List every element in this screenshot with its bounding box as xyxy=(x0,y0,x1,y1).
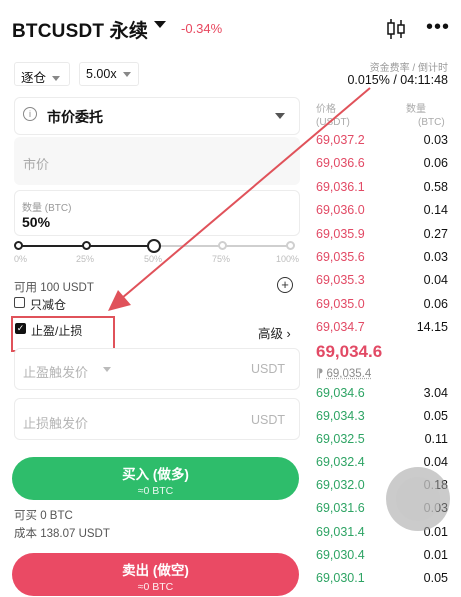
price-column-header: 价格 xyxy=(316,104,336,115)
bid-price: 69,032.0 xyxy=(316,478,365,493)
leverage-select[interactable]: 5.00x xyxy=(79,62,139,86)
ask-price: 69,035.3 xyxy=(316,273,365,288)
order-book-row[interactable]: 69,035.6 0.03 xyxy=(0,250,461,273)
order-book-row[interactable]: 69,034.6 3.04 xyxy=(0,386,461,409)
ask-qty: 0.04 xyxy=(423,273,448,288)
bid-qty: 3.04 xyxy=(423,386,448,400)
symbol-title[interactable]: BTCUSDT 永续 xyxy=(12,16,148,43)
ask-qty: 0.27 xyxy=(423,226,448,241)
ask-price: 69,036.1 xyxy=(316,179,365,194)
mark-price-icon: ⁋ xyxy=(316,368,327,380)
chevron-down-icon xyxy=(52,76,61,82)
bid-price: 69,032.5 xyxy=(316,432,365,447)
price-column-unit: (USDT) xyxy=(316,117,350,128)
ask-qty: 14.15 xyxy=(416,320,448,335)
ask-qty: 0.03 xyxy=(423,249,448,264)
ask-qty: 0.06 xyxy=(423,296,448,311)
mark-price-value: 69,035.4 xyxy=(326,368,372,380)
chevron-down-icon[interactable] xyxy=(103,367,111,372)
symbol-dropdown-icon[interactable] xyxy=(154,21,166,28)
qty-column-unit: (BTC) xyxy=(418,117,445,128)
bid-qty: 0.05 xyxy=(423,570,448,585)
ask-price: 69,034.7 xyxy=(316,320,365,335)
order-book-row[interactable]: 69,032.4 0.04 xyxy=(0,455,461,478)
order-book-row[interactable]: 69,034.3 0.05 xyxy=(0,409,461,432)
chevron-down-icon xyxy=(122,72,131,78)
take-profit-unit: USDT xyxy=(251,362,286,376)
ask-qty: 0.06 xyxy=(423,156,448,171)
bid-price: 69,030.4 xyxy=(316,547,365,562)
price-change: -0.34% xyxy=(181,21,223,36)
order-book-row[interactable]: 69,036.0 0.14 xyxy=(0,203,461,226)
take-profit-label: 止盈触发价 xyxy=(23,365,89,380)
touch-indicator-inner xyxy=(396,477,440,521)
ask-price: 69,035.0 xyxy=(316,296,365,311)
bid-qty: 0.04 xyxy=(423,455,448,470)
more-options-icon[interactable]: ••• xyxy=(426,17,450,37)
bid-price: 69,032.4 xyxy=(316,455,365,470)
ask-price: 69,035.6 xyxy=(316,249,365,264)
funding-label: 资金费率 / 倒计时 xyxy=(369,63,448,74)
bid-qty: 0.05 xyxy=(423,409,448,424)
ask-qty: 0.03 xyxy=(423,133,448,147)
bid-price: 69,034.6 xyxy=(316,386,365,400)
bid-qty: 0.11 xyxy=(424,432,448,447)
order-book-row[interactable]: 69,030.1 0.05 xyxy=(0,571,461,594)
order-book-row[interactable]: 69,031.4 0.01 xyxy=(0,525,461,548)
order-book-row[interactable]: 69,032.5 0.11 xyxy=(0,432,461,455)
leverage-label: 5.00x xyxy=(86,67,117,81)
bid-price: 69,034.3 xyxy=(316,409,365,424)
ask-qty: 0.14 xyxy=(423,203,448,218)
ask-qty: 0.58 xyxy=(423,179,448,194)
qty-column-header: 数量 xyxy=(406,104,426,115)
ask-price: 69,037.2 xyxy=(316,133,365,147)
order-book-row[interactable]: 69,034.7 14.15 xyxy=(0,320,461,343)
order-book-row[interactable]: 69,035.3 0.04 xyxy=(0,273,461,296)
order-book-row[interactable]: 69,035.0 0.06 xyxy=(0,297,461,320)
bid-price: 69,031.6 xyxy=(316,501,365,516)
order-book-row[interactable]: 69,037.2 0.03 xyxy=(0,133,461,156)
ask-price: 69,036.0 xyxy=(316,203,365,218)
ask-price: 69,036.6 xyxy=(316,156,365,171)
bid-qty: 0.01 xyxy=(423,547,448,562)
ask-price: 69,035.9 xyxy=(316,226,365,241)
funding-value: 0.015% / 04:11:48 xyxy=(347,73,448,87)
candlestick-chart-icon[interactable] xyxy=(386,18,406,40)
margin-mode-select[interactable]: 逐仓 xyxy=(14,62,70,86)
info-icon[interactable]: i xyxy=(23,107,37,121)
order-book-row[interactable]: 69,035.9 0.27 xyxy=(0,227,461,250)
last-price: 69,034.6 xyxy=(316,342,383,361)
bid-price: 69,031.4 xyxy=(316,524,365,539)
chevron-down-icon[interactable] xyxy=(275,113,285,119)
order-type-label: 市价委托 xyxy=(47,109,103,125)
order-book-row[interactable]: 69,030.4 0.01 xyxy=(0,548,461,571)
ask-list: 69,037.2 0.03 69,036.6 0.06 69,036.1 0.58 69,0… xyxy=(0,133,461,344)
bid-price: 69,030.1 xyxy=(316,570,365,585)
mark-price: ⁋ 69,035.4 xyxy=(316,366,371,380)
order-book-row[interactable]: 69,036.6 0.06 xyxy=(0,156,461,179)
margin-mode-label: 逐仓 xyxy=(21,71,47,85)
order-book-row[interactable]: 69,036.1 0.58 xyxy=(0,180,461,203)
